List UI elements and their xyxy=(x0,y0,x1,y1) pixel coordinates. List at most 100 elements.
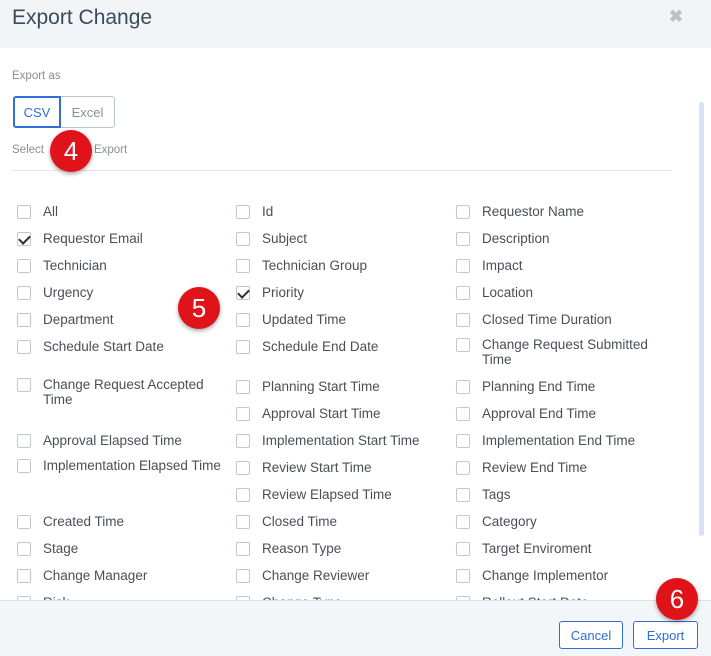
checkbox[interactable] xyxy=(236,407,250,421)
checkbox[interactable] xyxy=(17,515,31,529)
field-option[interactable]: Tags xyxy=(456,487,667,502)
field-option[interactable]: Approval Elapsed Time xyxy=(17,433,228,448)
field-option[interactable]: Technician Group xyxy=(236,258,447,273)
field-option[interactable]: Review End Time xyxy=(456,460,667,475)
field-option[interactable]: Technician xyxy=(17,258,228,273)
field-option[interactable]: Implementation Elapsed Time xyxy=(17,458,228,473)
step-badge-4: 4 xyxy=(50,130,92,172)
field-option[interactable]: Planning Start Time xyxy=(236,379,447,394)
field-option[interactable]: Created Time xyxy=(17,514,228,529)
checkbox[interactable] xyxy=(456,232,470,246)
checkbox[interactable] xyxy=(236,461,250,475)
checkbox[interactable] xyxy=(456,569,470,583)
checkbox[interactable] xyxy=(17,313,31,327)
field-option[interactable]: Requestor Email xyxy=(17,231,228,246)
checkbox[interactable] xyxy=(456,542,470,556)
field-option[interactable]: Category xyxy=(456,514,667,529)
checkbox[interactable] xyxy=(17,542,31,556)
checkbox-checked[interactable] xyxy=(17,232,31,246)
field-option[interactable]: Change Implementor xyxy=(456,568,667,583)
field-option[interactable]: Id xyxy=(236,204,447,219)
checkbox[interactable] xyxy=(236,542,250,556)
field-option[interactable]: Requestor Name xyxy=(456,204,667,219)
field-option[interactable]: Closed Time xyxy=(236,514,447,529)
field-option[interactable]: Subject xyxy=(236,231,447,246)
checkbox[interactable] xyxy=(17,205,31,219)
checkbox[interactable] xyxy=(236,569,250,583)
field-option-label: Implementation Elapsed Time xyxy=(43,458,221,473)
checkbox-checked[interactable] xyxy=(236,286,250,300)
field-option[interactable]: Implementation Start Time xyxy=(236,433,447,448)
field-option[interactable]: Implementation End Time xyxy=(456,433,667,448)
field-option[interactable]: Target Enviroment xyxy=(456,541,667,556)
field-option-label: Stage xyxy=(43,541,79,556)
checkbox[interactable] xyxy=(236,488,250,502)
checkbox[interactable] xyxy=(236,434,250,448)
checkbox[interactable] xyxy=(456,461,470,475)
field-option-label: Review End Time xyxy=(482,460,588,475)
dialog-footer: Cancel Export xyxy=(0,600,711,656)
checkbox[interactable] xyxy=(456,488,470,502)
checkbox[interactable] xyxy=(236,340,250,354)
field-option-label: Impact xyxy=(482,258,523,273)
checkbox[interactable] xyxy=(17,459,31,473)
export-button[interactable]: Export xyxy=(633,621,698,649)
format-excel-button[interactable]: Excel xyxy=(61,96,115,128)
checkbox[interactable] xyxy=(17,434,31,448)
field-option[interactable]: Stage xyxy=(17,541,228,556)
format-csv-button[interactable]: CSV xyxy=(13,96,61,128)
close-icon[interactable]: ✖ xyxy=(667,8,685,26)
format-toggle-group: CSV Excel xyxy=(13,96,115,128)
step-badge-5: 5 xyxy=(178,287,220,329)
checkbox[interactable] xyxy=(456,338,470,352)
field-option[interactable]: Planning End Time xyxy=(456,379,667,394)
field-option[interactable]: Updated Time xyxy=(236,312,447,327)
scrollbar[interactable] xyxy=(699,102,704,536)
field-option-label: All xyxy=(43,204,59,219)
field-option[interactable]: Reason Type xyxy=(236,541,447,556)
checkbox[interactable] xyxy=(236,515,250,529)
field-option[interactable]: All xyxy=(17,204,228,219)
field-option[interactable]: Description xyxy=(456,231,667,246)
field-option[interactable]: Closed Time Duration xyxy=(456,312,667,327)
cancel-button[interactable]: Cancel xyxy=(559,621,623,649)
field-option[interactable]: Change Request Accepted Time xyxy=(17,377,228,407)
checkbox[interactable] xyxy=(236,380,250,394)
checkbox[interactable] xyxy=(236,313,250,327)
field-option-label: Requestor Name xyxy=(482,204,585,219)
checkbox[interactable] xyxy=(17,569,31,583)
field-option[interactable]: Schedule End Date xyxy=(236,339,447,354)
field-option-label: Review Elapsed Time xyxy=(262,487,392,502)
checkbox[interactable] xyxy=(456,313,470,327)
checkbox[interactable] xyxy=(17,340,31,354)
field-option[interactable]: Priority xyxy=(236,285,447,300)
field-option[interactable]: Review Elapsed Time xyxy=(236,487,447,502)
checkbox[interactable] xyxy=(236,205,250,219)
field-option-label: Priority xyxy=(262,285,305,300)
field-option[interactable]: Location xyxy=(456,285,667,300)
checkbox[interactable] xyxy=(17,259,31,273)
field-option[interactable]: Change Manager xyxy=(17,568,228,583)
field-option[interactable]: Review Start Time xyxy=(236,460,447,475)
checkbox[interactable] xyxy=(456,434,470,448)
field-option[interactable]: Schedule Start Date xyxy=(17,339,228,354)
field-option[interactable]: Change Request Submitted Time xyxy=(456,337,667,367)
field-option[interactable]: Approval End Time xyxy=(456,406,667,421)
field-option-label: Schedule Start Date xyxy=(43,339,164,354)
checkbox[interactable] xyxy=(456,407,470,421)
checkbox[interactable] xyxy=(236,232,250,246)
field-option[interactable]: Impact xyxy=(456,258,667,273)
checkbox[interactable] xyxy=(17,286,31,300)
checkbox[interactable] xyxy=(456,286,470,300)
field-option-label: Change Request Accepted Time xyxy=(43,377,204,407)
checkbox[interactable] xyxy=(17,378,31,392)
checkbox[interactable] xyxy=(236,259,250,273)
field-option[interactable]: Change Reviewer xyxy=(236,568,447,583)
checkbox[interactable] xyxy=(456,259,470,273)
checkbox[interactable] xyxy=(456,380,470,394)
field-option[interactable]: Approval Start Time xyxy=(236,406,447,421)
field-option-label: Approval Start Time xyxy=(262,406,381,421)
checkbox[interactable] xyxy=(456,515,470,529)
checkbox[interactable] xyxy=(456,205,470,219)
field-option-label: Change Manager xyxy=(43,568,148,583)
